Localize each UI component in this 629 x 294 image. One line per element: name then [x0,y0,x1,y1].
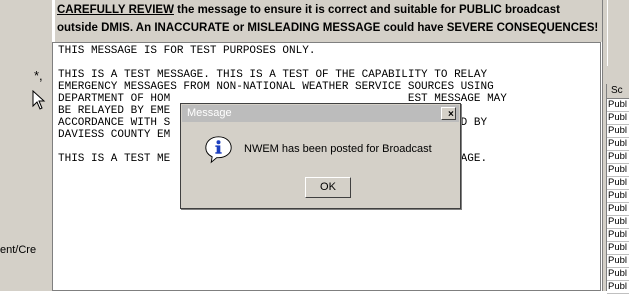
review-warning: CAREFULLY REVIEW the message to ensure i… [55,0,605,42]
dialog-message: NWEM has been posted for Broadcast [244,143,432,155]
close-button[interactable]: × [441,107,456,120]
source-cell[interactable]: Publ [607,177,629,190]
source-cell[interactable]: Publ [607,99,629,112]
warning-emphasis: CAREFULLY REVIEW [57,4,174,16]
source-column-header[interactable]: Sc [607,84,629,99]
source-cell[interactable]: Publ [607,151,629,164]
source-cell[interactable]: Publ [607,125,629,138]
source-cell[interactable]: Publ [607,203,629,216]
right-pane: Sc Publ Publ Publ Publ Publ Publ Publ Publ Publ P… [602,0,629,294]
source-cell[interactable]: Publ [607,190,629,203]
warning-line-1-text: the message to ensure it is correct and … [173,4,560,16]
side-label: ent/Cre [0,244,37,256]
warning-line-1: CAREFULLY REVIEW the message to ensure i… [57,2,560,19]
source-cell[interactable]: Publ [607,268,629,281]
source-cell[interactable]: Publ [607,281,629,294]
warning-line-2: outside DMIS. An INACCURATE or MISLEADIN… [57,22,599,34]
source-list[interactable]: Sc Publ Publ Publ Publ Publ Publ Publ Publ Publ P… [606,84,629,294]
source-cell[interactable]: Publ [607,112,629,125]
left-pane: *, ent/Cre [0,0,52,291]
source-cell[interactable]: Publ [607,242,629,255]
mouse-pointer-icon [32,90,46,110]
info-icon [205,136,232,164]
ok-button[interactable]: OK [305,177,351,198]
right-top-panel [607,0,629,66]
source-cell[interactable]: Publ [607,138,629,151]
source-cell[interactable]: Publ [607,216,629,229]
dialog-titlebar[interactable]: Message × [182,105,459,122]
source-cell[interactable]: Publ [607,164,629,177]
dialog-title: Message [187,107,232,119]
source-cell[interactable]: Publ [607,229,629,242]
source-cell[interactable]: Publ [607,255,629,268]
message-dialog: Message × NWEM has been posted for Broad… [180,103,461,209]
row-marker: *, [34,68,43,83]
